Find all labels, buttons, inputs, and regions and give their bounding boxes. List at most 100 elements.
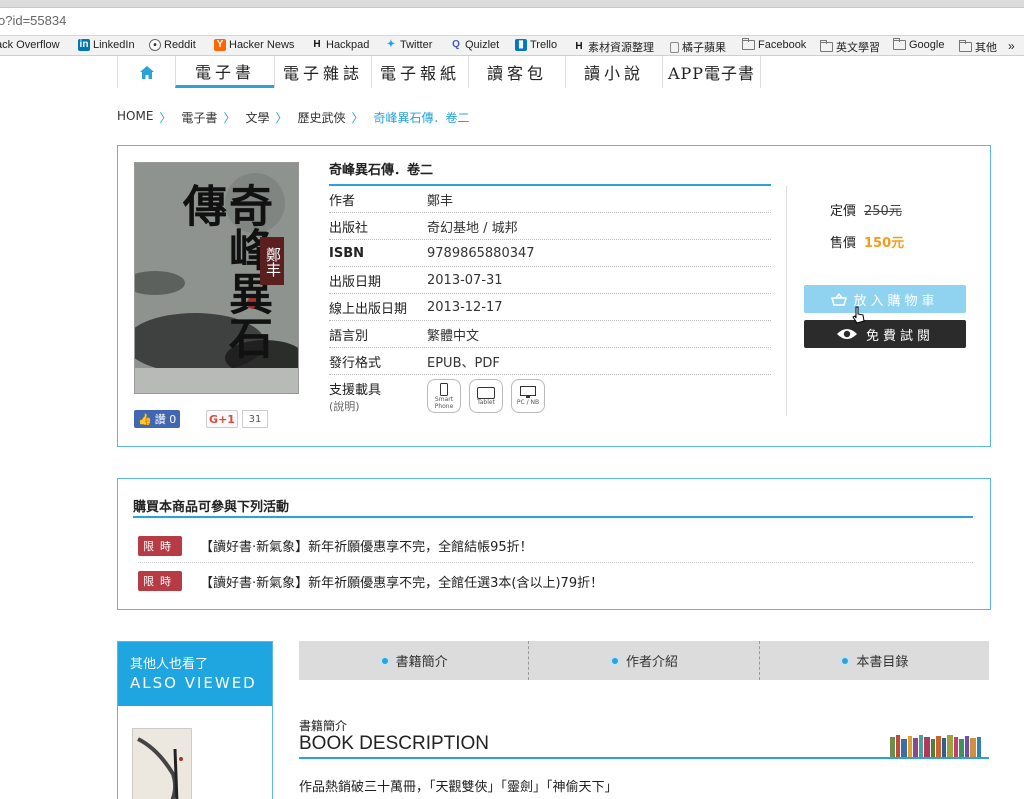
tab-table-of-contents[interactable]: 本書目錄 [760, 641, 989, 680]
bookmark-stackoverflow[interactable]: ack Overflow [0, 39, 60, 51]
panel-divider [786, 186, 787, 416]
description-text: 作品熱銷破三十萬冊，「天觀雙俠」「靈劍」「神偷天下」 [299, 780, 618, 795]
nav-app-ebooks[interactable]: APP電子書 [662, 56, 761, 88]
breadcrumb: HOME 〉 電子書〉 文學〉 歷史武俠〉 奇峰異石傳．卷二 [117, 109, 470, 126]
tab-author-intro[interactable]: 作者介紹 [529, 641, 760, 680]
bookmark-hackpad[interactable]: H Hackpad [311, 39, 369, 51]
product-panel: 奇峰異石傳 鄭丰 👍 讚 0 G+1 31 奇峰異石傳．卷二 作者 鄭丰 出版社 奇幻… [117, 145, 991, 447]
facebook-like-label: 讚 0 [154, 413, 177, 426]
folder-icon [893, 38, 906, 50]
breadcrumb-separator: 〉 [159, 111, 172, 125]
url-text[interactable]: o?id=55834 [0, 13, 66, 28]
nav-ebooks[interactable]: 電子書 [175, 56, 274, 88]
bookmark-label: Facebook [758, 39, 807, 51]
bookmark-trello[interactable]: ▮ Trello [515, 39, 557, 51]
detail-row-isbn: ISBN 9789865880347 [329, 240, 771, 267]
page-icon [670, 41, 679, 53]
gplus-count: 31 [242, 410, 268, 428]
detail-value-publisher[interactable]: 奇幻基地 / 城邦 [427, 217, 518, 236]
breadcrumb-literature[interactable]: 文學 [245, 109, 269, 126]
bookmark-label: Twitter [400, 39, 433, 51]
bullet-icon [609, 655, 620, 666]
bookmark-label: 英文學習 [836, 42, 880, 54]
gplus-widget: G+1 31 [206, 410, 268, 428]
nav-novels[interactable]: 讀小說 [565, 56, 662, 88]
nav-home[interactable] [117, 56, 175, 88]
book-info: 奇峰異石傳．卷二 作者 鄭丰 出版社 奇幻基地 / 城邦 ISBN 978986588… [329, 160, 771, 415]
bookmark-quizlet[interactable]: Q Quizlet [450, 39, 499, 51]
bookmark-label: Reddit [164, 39, 196, 51]
bookmark-label: Quizlet [465, 39, 500, 51]
bullet-icon [379, 655, 390, 666]
detail-value-isbn: 9789865880347 [427, 245, 535, 261]
also-viewed-panel: 其他人也看了 ALSO VIEWED [117, 641, 273, 799]
basket-icon [831, 292, 848, 306]
bookmarks-overflow-icon[interactable]: » [1008, 39, 1015, 53]
also-viewed-header: 其他人也看了 ALSO VIEWED [118, 642, 272, 706]
add-to-cart-label: 放入購物車 [853, 293, 939, 309]
promotion-item[interactable]: 限時 【讀好書‧新氣象】新年祈願優惠享不完，全館任選3本(含以上)79折！ [138, 564, 973, 598]
detail-label: 出版日期 [329, 274, 382, 290]
nav-enewspapers[interactable]: 電子報紙 [371, 56, 468, 88]
nav-reader-pack[interactable]: 讀客包 [468, 56, 565, 88]
breadcrumb-home[interactable]: HOME [117, 109, 153, 126]
support-label: 支援載具 [329, 383, 382, 398]
detail-value-online-date: 2013-12-17 [427, 299, 503, 315]
nav-emagazines[interactable]: 電子雜誌 [274, 56, 371, 88]
free-trial-button[interactable]: 免費試閱 [804, 320, 966, 348]
bookmark-label: Trello [530, 39, 558, 51]
tab-book-intro[interactable]: 書籍簡介 [299, 641, 530, 680]
bookmark-linkedin[interactable]: in LinkedIn [78, 39, 135, 51]
bookmark-english[interactable]: 英文學習 [820, 39, 880, 55]
detail-label: 出版社 [329, 220, 369, 236]
also-viewed-title-zh: 其他人也看了 [130, 657, 209, 672]
bookmark-resources[interactable]: H 素材資源整理 [573, 39, 654, 55]
related-book-cover[interactable] [132, 728, 192, 799]
detail-value-author[interactable]: 鄭丰 [427, 190, 453, 209]
cover-title: 奇峰異石傳 [175, 183, 272, 359]
detail-value-format: EPUB、PDF [427, 355, 500, 371]
price-block: 定價 250元 售價 150元 [830, 200, 904, 264]
breadcrumb-separator: 〉 [275, 111, 288, 125]
detail-label: 語言別 [329, 328, 369, 344]
list-price-label: 定價 [830, 204, 857, 219]
bookmark-google[interactable]: Google [893, 38, 945, 51]
hand-cursor-icon [852, 306, 865, 324]
detail-row-author: 作者 鄭丰 [329, 186, 771, 213]
address-bar[interactable]: o?id=55834 [0, 8, 1024, 36]
detail-row-publisher: 出版社 奇幻基地 / 城邦 [329, 213, 771, 240]
promotion-item[interactable]: 限時 【讀好書‧新氣象】新年祈願優惠享不完，全館結帳95折！ [138, 529, 973, 563]
detail-label: 支援載具 (說明) [329, 379, 427, 414]
bookmark-twitter[interactable]: ✦ Twitter [385, 39, 433, 51]
site-nav: 電子書 電子雜誌 電子報紙 讀客包 讀小說 APP電子書 [117, 56, 761, 88]
detail-row-format: 發行格式 EPUB、PDF [329, 348, 771, 375]
breadcrumb-ebooks[interactable]: 電子書 [181, 109, 217, 126]
device-label: PC / NB [516, 399, 540, 406]
bookmark-reddit[interactable]: • Reddit [149, 39, 196, 51]
bookmark-hackernews[interactable]: Y Hacker News [214, 39, 294, 51]
bookmark-label: LinkedIn [93, 39, 135, 51]
bookmark-orange-apple[interactable]: 橘子蘋果 [670, 39, 726, 55]
breadcrumb-martial-arts[interactable]: 歷史武俠 [297, 109, 345, 126]
detail-value-language: 繁體中文 [427, 328, 480, 344]
trello-icon: ▮ [515, 39, 527, 51]
device-list: Smart Phone Tablet PC / NB [427, 379, 545, 413]
device-smartphone: Smart Phone [427, 379, 461, 413]
bookmark-label: 素材資源整理 [588, 42, 654, 54]
book-cover[interactable]: 奇峰異石傳 鄭丰 [134, 162, 299, 394]
support-help-link[interactable]: (說明) [329, 400, 360, 413]
facebook-like-button[interactable]: 👍 讚 0 [134, 410, 180, 428]
bookmark-facebook[interactable]: Facebook [742, 38, 807, 51]
monitor-icon [520, 386, 536, 398]
hackpad-icon: H [575, 41, 583, 52]
bookmark-label: Google [909, 39, 945, 51]
add-to-cart-button[interactable]: 放入購物車 [804, 285, 966, 313]
sale-price-label: 售價 [830, 236, 857, 251]
gplus-button[interactable]: G+1 [206, 410, 238, 428]
bookmark-others[interactable]: 其他 [959, 39, 997, 55]
description-heading: BOOK DESCRIPTION [299, 733, 989, 759]
ink-brush-art [137, 737, 183, 799]
list-price: 定價 250元 [830, 200, 904, 232]
detail-value-publish-date: 2013-07-31 [427, 272, 503, 288]
promotion-text: 【讀好書‧新氣象】新年祈願優惠享不完，全館結帳95折！ [200, 540, 533, 555]
